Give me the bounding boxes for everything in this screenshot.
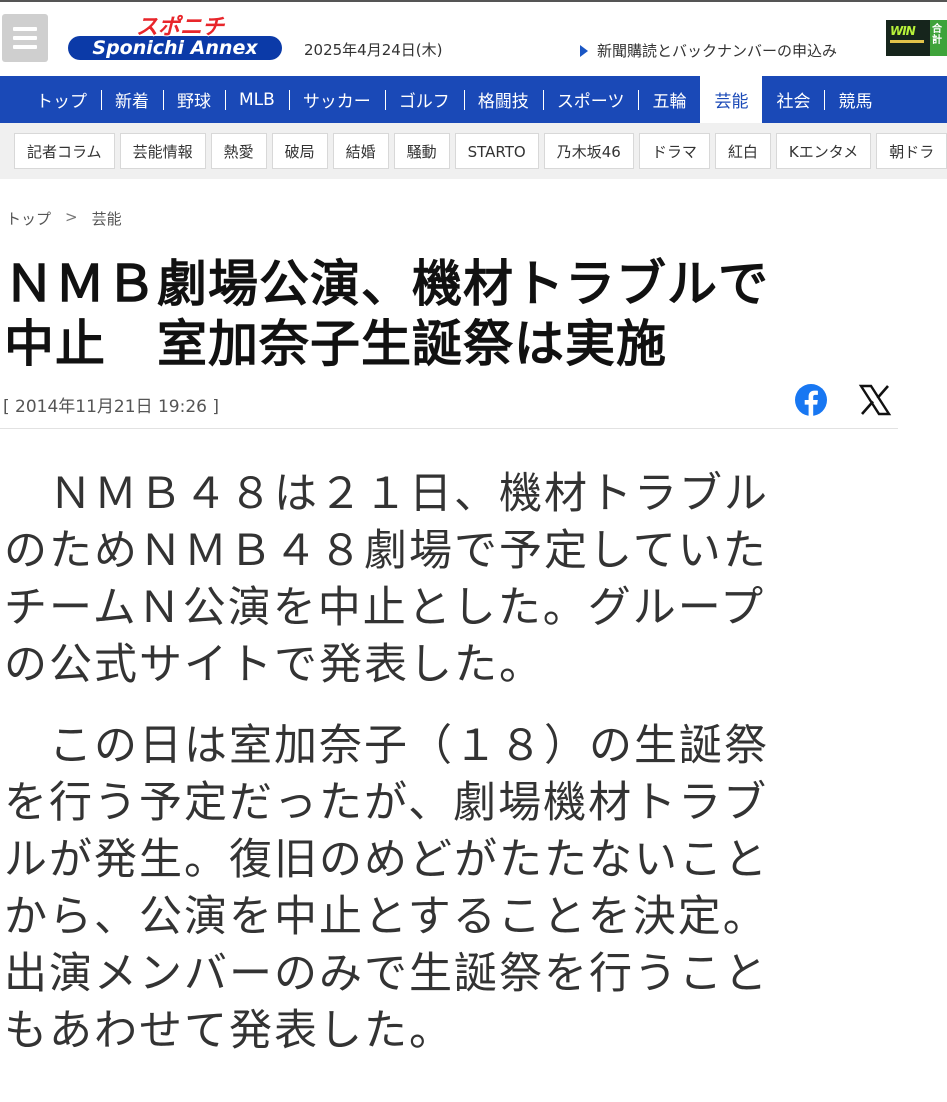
subnav-item-nogizaka46[interactable]: 乃木坂46 <box>543 133 634 169</box>
menu-bar-icon <box>13 36 37 40</box>
breadcrumb: トップ > 芸能 <box>6 208 122 229</box>
subnav-item-kohaku[interactable]: 紅白 <box>714 133 771 169</box>
menu-bar-icon <box>13 45 37 49</box>
main-nav: トップ 新着 野球 MLB サッカー ゴルフ 格闘技 スポーツ 五輪 芸能 社会… <box>0 76 947 123</box>
header-divider <box>0 428 898 429</box>
subnav-item-drama[interactable]: ドラマ <box>638 133 710 169</box>
headline-line: ＮＭＢ劇場公演、機材トラブルで <box>4 255 769 313</box>
win-ad-stripe <box>890 40 924 43</box>
paragraph-line: の公式サイトで発表した。 <box>4 640 544 690</box>
nav-item-sports[interactable]: スポーツ <box>542 76 639 123</box>
sub-nav: 記者コラム 芸能情報 熱愛 破局 結婚 騒動 STARTO 乃木坂46 ドラマ … <box>0 123 947 179</box>
nav-item-olympics[interactable]: 五輪 <box>638 76 700 123</box>
win-ad-side[interactable]: 合計 <box>930 20 947 56</box>
paragraph-line: ルが発生。復旧のめどがたたないこと <box>4 835 769 885</box>
paragraph-line: から、公演を中止とすることを決定。 <box>4 892 768 942</box>
paragraph-line: チームＮ公演を中止とした。グループ <box>4 583 766 633</box>
paragraph-line: ＮＭＢ４８は２１日、機材トラブル <box>4 469 769 519</box>
paragraph-line: もあわせて発表した。 <box>4 1006 454 1056</box>
breadcrumb-separator: > <box>65 208 78 226</box>
article-body: ＮＭＢ４８は２１日、機材トラブル のためＮＭＢ４８劇場で予定していた チームＮ公… <box>4 466 904 1084</box>
subnav-item-column[interactable]: 記者コラム <box>14 133 115 169</box>
hamburger-menu-button[interactable] <box>2 14 48 62</box>
paragraph-line: を行う予定だったが、劇場機材トラブ <box>4 778 769 828</box>
sponichi-annex-logo[interactable]: スポニチ Sponichi Annex <box>64 14 286 64</box>
headline-line: 中止 室加奈子生誕祭は実施 <box>4 315 667 373</box>
paragraph-line: のためＮＭＢ４８劇場で予定していた <box>4 526 768 576</box>
facebook-icon[interactable] <box>794 383 828 417</box>
nav-item-fighting[interactable]: 格闘技 <box>463 76 543 123</box>
subnav-item-scandal[interactable]: 騒動 <box>393 133 450 169</box>
subnav-item-info[interactable]: 芸能情報 <box>119 133 206 169</box>
x-icon[interactable] <box>858 383 892 417</box>
nav-item-top[interactable]: トップ <box>22 76 101 123</box>
win-ad-side-text: 合計 <box>932 24 942 46</box>
subscribe-link[interactable]: 新聞購読とバックナンバーの申込み <box>580 40 837 61</box>
nav-item-mlb[interactable]: MLB <box>225 76 289 123</box>
article-paragraph: ＮＭＢ４８は２１日、機材トラブル のためＮＭＢ４８劇場で予定していた チームＮ公… <box>4 466 904 694</box>
subnav-item-starto[interactable]: STARTO <box>454 133 539 169</box>
paragraph-line: 出演メンバーのみで生誕祭を行うこと <box>4 949 769 999</box>
article-timestamp: [ 2014年11月21日 19:26 ] <box>3 397 219 417</box>
header-date: 2025年4月24日(木) <box>304 41 443 59</box>
subscribe-link-label: 新聞購読とバックナンバーの申込み <box>597 42 838 60</box>
article-paragraph: この日は室加奈子（１８）の生誕祭 を行う予定だったが、劇場機材トラブ ルが発生。… <box>4 718 904 1060</box>
win-ad-text: WIN <box>890 24 916 38</box>
nav-item-horse-racing[interactable]: 競馬 <box>824 76 886 123</box>
site-header: スポニチ Sponichi Annex 2025年4月24日(木) 新聞購読とバ… <box>0 2 947 76</box>
nav-item-soccer[interactable]: サッカー <box>288 76 385 123</box>
logo-bottom-text: Sponichi Annex <box>92 37 258 59</box>
subnav-item-k-entertainment[interactable]: Kエンタメ <box>775 133 872 169</box>
subnav-item-breakup[interactable]: 破局 <box>271 133 328 169</box>
paragraph-line: この日は室加奈子（１８）の生誕祭 <box>4 721 769 771</box>
menu-bar-icon <box>13 27 37 31</box>
subnav-item-marriage[interactable]: 結婚 <box>332 133 389 169</box>
nav-item-entertainment[interactable]: 芸能 <box>700 76 763 123</box>
subnav-item-asadora[interactable]: 朝ドラ <box>876 133 947 169</box>
breadcrumb-home[interactable]: トップ <box>6 208 51 229</box>
breadcrumb-current[interactable]: 芸能 <box>92 208 122 229</box>
nav-item-society[interactable]: 社会 <box>762 76 824 123</box>
nav-item-golf[interactable]: ゴルフ <box>384 76 464 123</box>
triangle-right-icon <box>580 44 588 57</box>
article-headline: ＮＭＢ劇場公演、機材トラブルで 中止 室加奈子生誕祭は実施 <box>4 254 894 374</box>
nav-item-new[interactable]: 新着 <box>101 76 163 123</box>
nav-item-baseball[interactable]: 野球 <box>163 76 225 123</box>
subnav-item-romance[interactable]: 熱愛 <box>210 133 267 169</box>
win-ad-banner[interactable]: WIN <box>886 20 930 56</box>
